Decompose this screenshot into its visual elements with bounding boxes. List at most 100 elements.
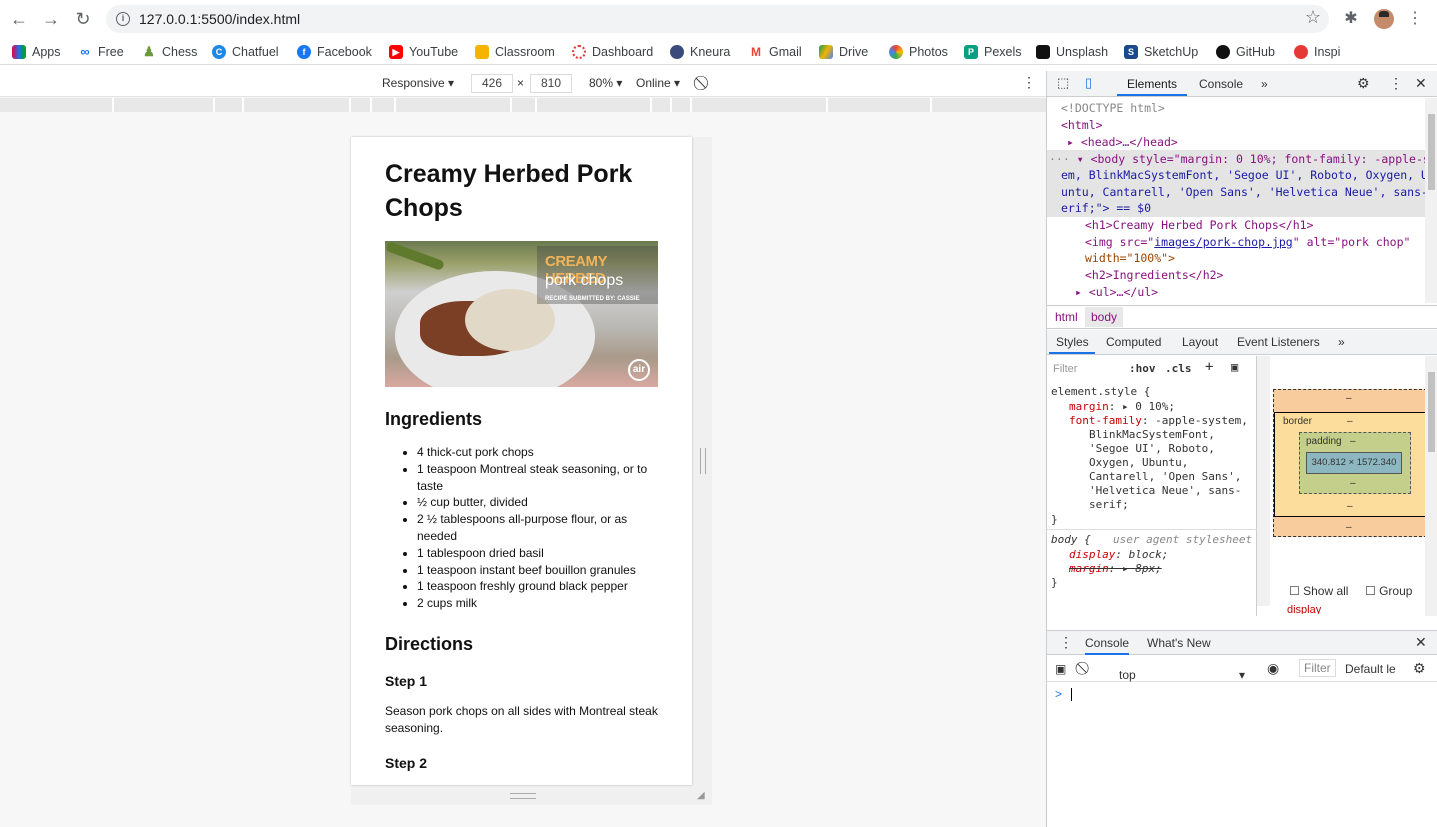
live-expression-eye-icon[interactable]: ◉ (1267, 660, 1279, 677)
back-icon[interactable]: ← (8, 8, 30, 30)
dashboard-icon (572, 45, 586, 59)
info-icon[interactable]: i (116, 12, 130, 26)
bookmark-free[interactable]: ∞ Free (78, 43, 124, 61)
drawer-tab-whats-new[interactable]: What's New (1147, 636, 1211, 650)
log-levels-dropdown[interactable]: Default le (1345, 662, 1396, 676)
url-text[interactable]: 127.0.0.1:5500/index.html (139, 11, 300, 27)
font-family-declaration[interactable]: font-family: -apple-system, (1069, 414, 1248, 428)
bookmark-unsplash[interactable]: Unsplash (1036, 43, 1108, 61)
profile-avatar[interactable] (1374, 9, 1394, 29)
bookmark-facebook[interactable]: f Facebook (297, 43, 372, 61)
bookmark-dashboard[interactable]: Dashboard (572, 43, 653, 61)
bookmark-star-icon[interactable]: ☆ (1305, 7, 1321, 28)
dom-h1[interactable]: <h1>Creamy Herbed Pork Chops</h1> (1085, 217, 1313, 234)
bookmark-inspi[interactable]: Inspi (1294, 43, 1340, 61)
computed-scrollbar[interactable] (1425, 356, 1437, 616)
dom-head[interactable]: ▸ <head>…</head> (1067, 134, 1178, 151)
dom-html[interactable]: <html> (1061, 117, 1103, 134)
bookmark-drive[interactable]: Drive (819, 43, 868, 61)
drawer-tab-console[interactable]: Console (1085, 636, 1130, 655)
more-tabs-icon[interactable]: » (1261, 77, 1268, 91)
tab-styles[interactable]: Styles (1056, 335, 1089, 349)
inspect-element-icon[interactable]: ⬚ (1057, 75, 1069, 91)
zoom-dropdown[interactable]: 80% ▾ (589, 76, 622, 90)
show-all-checkbox[interactable]: ☐ Show all (1289, 584, 1348, 598)
tab-console[interactable]: Console (1199, 77, 1243, 91)
dom-img[interactable]: <img src="images/pork-chop.jpg" alt="por… (1085, 234, 1410, 251)
media-query-ruler[interactable] (0, 98, 1046, 112)
breadcrumb-html[interactable]: html (1055, 310, 1078, 324)
bookmark-github[interactable]: GitHub (1216, 43, 1275, 61)
dom-scrollbar[interactable] (1425, 98, 1437, 303)
bookmark-classroom[interactable]: Classroom (475, 43, 555, 61)
close-drawer-icon[interactable]: ✕ (1415, 634, 1427, 651)
group-checkbox[interactable]: ☐ Group (1365, 584, 1412, 598)
device-toggle-icon[interactable]: ▯ (1085, 75, 1092, 91)
more-style-tabs-icon[interactable]: » (1338, 335, 1345, 349)
tab-layout[interactable]: Layout (1182, 335, 1218, 349)
cls-toggle[interactable]: .cls (1165, 362, 1192, 376)
network-dropdown[interactable]: Online ▾ (636, 76, 680, 90)
reload-icon[interactable]: ↻ (72, 8, 94, 30)
box-margin[interactable]: – border – padding – 340.812 × 1572.340 … (1273, 389, 1428, 537)
tab-elements[interactable]: Elements (1127, 77, 1177, 91)
dom-h2[interactable]: <h2>Ingredients</h2> (1085, 267, 1223, 284)
recipe-title: Creamy Herbed Pork Chops (385, 160, 633, 222)
ff-value-line: Cantarell, 'Open Sans', (1089, 470, 1242, 483)
console-input-caret[interactable] (1071, 688, 1072, 701)
hov-toggle[interactable]: :hov (1129, 362, 1156, 376)
devtools-menu-icon[interactable]: ⋮ (1389, 75, 1403, 92)
add-rule-icon[interactable]: + (1205, 360, 1213, 374)
console-filter-input[interactable]: Filter (1299, 659, 1336, 677)
margin-declaration[interactable]: margin: ▸ 0 10%; (1069, 400, 1175, 414)
dom-body[interactable]: ··· ▾ <body style="margin: 0 10%; font-f… (1049, 151, 1425, 168)
resize-handle-bottom[interactable] (510, 793, 536, 799)
forward-icon[interactable]: → (40, 8, 62, 30)
tab-computed[interactable]: Computed (1106, 335, 1161, 349)
dom-doctype[interactable]: <!DOCTYPE html> (1061, 100, 1165, 117)
dom-tree[interactable]: <!DOCTYPE html> <html> ▸ <head>…</head> … (1047, 98, 1425, 303)
bookmark-chess[interactable]: ♟ Chess (142, 43, 197, 61)
bookmark-photos[interactable]: Photos (889, 43, 948, 61)
resize-corner-icon[interactable]: ◢ (697, 790, 709, 802)
more-options-icon[interactable]: ⋮ (1022, 74, 1036, 91)
chatfuel-icon: C (212, 45, 226, 59)
bookmark-apps[interactable]: Apps (12, 43, 61, 61)
bookmark-chatfuel[interactable]: C Chatfuel (212, 43, 279, 61)
kneura-icon (670, 45, 684, 59)
styles-tabbar: Styles Computed Layout Event Listeners » (1047, 330, 1437, 355)
bookmark-kneura[interactable]: Kneura (670, 43, 730, 61)
address-bar[interactable]: i 127.0.0.1:5500/index.html ☆ (106, 5, 1329, 33)
box-border[interactable]: border – padding – 340.812 × 1572.340 – … (1274, 412, 1428, 517)
settings-gear-icon[interactable]: ⚙ (1357, 75, 1370, 92)
dom-ul[interactable]: ▸ <ul>…</ul> (1075, 284, 1158, 301)
ff-value-line: Oxygen, Ubuntu, (1089, 456, 1189, 469)
responsive-dropdown[interactable]: Responsive ▾ (382, 76, 454, 90)
bookmark-pexels[interactable]: P Pexels (964, 43, 1022, 61)
height-input[interactable]: 810 (530, 74, 572, 93)
tab-event-listeners[interactable]: Event Listeners (1237, 335, 1320, 349)
box-padding[interactable]: padding – 340.812 × 1572.340 – (1299, 432, 1411, 494)
classroom-icon (475, 45, 489, 59)
user-agent-label: user agent stylesheet (1113, 533, 1253, 546)
bookmark-gmail[interactable]: M Gmail (749, 43, 802, 61)
breadcrumb-body[interactable]: body (1085, 307, 1124, 327)
dom-body-style-3: untu, Cantarell, 'Open Sans', 'Helvetica… (1061, 185, 1425, 199)
drawer-menu-icon[interactable]: ⋮ (1059, 634, 1073, 651)
menu-icon[interactable]: ⋮ (1405, 9, 1425, 29)
sidebar-toggle-icon[interactable]: ▣ (1231, 360, 1238, 374)
bookmark-sketchup[interactable]: S SketchUp (1124, 43, 1198, 61)
resize-handle-right[interactable] (700, 448, 706, 474)
extensions-icon[interactable]: ✱ (1341, 9, 1361, 29)
width-input[interactable]: 426 (471, 74, 513, 93)
console-settings-gear-icon[interactable]: ⚙ (1413, 660, 1426, 677)
box-content[interactable]: 340.812 × 1572.340 (1306, 452, 1402, 474)
styles-filter-input[interactable]: Filter (1053, 362, 1077, 376)
close-devtools-icon[interactable]: ✕ (1415, 75, 1427, 92)
console-sidebar-icon[interactable]: ▣ (1055, 662, 1066, 676)
bookmark-youtube[interactable]: ▶ YouTube (389, 43, 458, 61)
img-src-link[interactable]: images/pork-chop.jpg (1154, 235, 1292, 249)
device-toolbar: Responsive ▾ 426 × 810 80% ▾ Online ▾ ⃠ … (0, 71, 1046, 97)
list-item: 2 cups milk (417, 595, 658, 612)
styles-scrollbar[interactable] (1257, 356, 1270, 606)
